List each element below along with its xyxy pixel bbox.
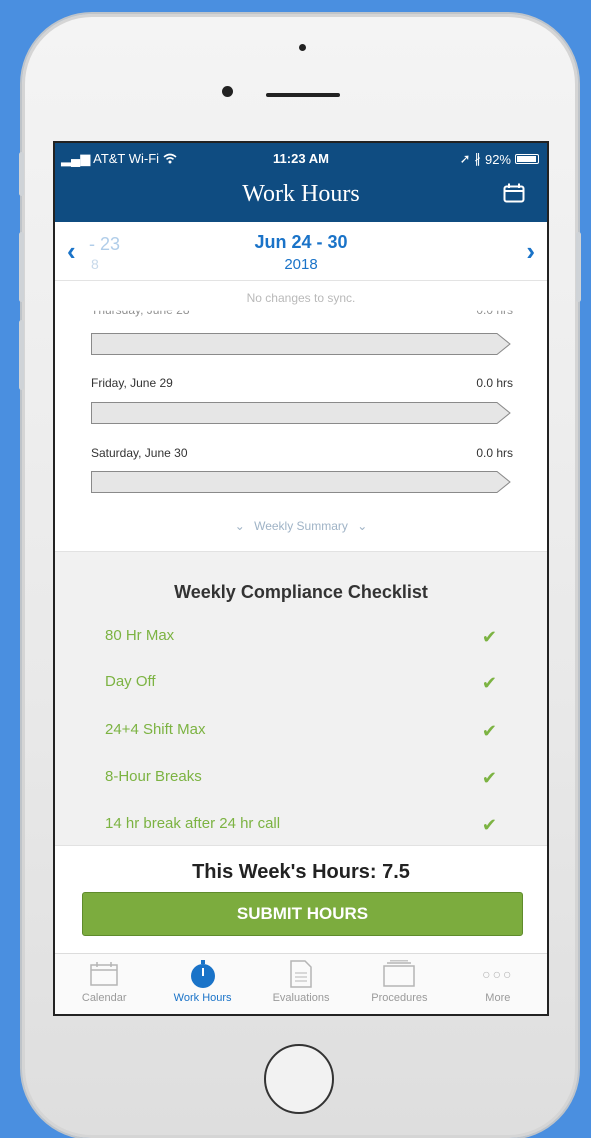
day-hours: 0.0 hrs xyxy=(476,376,513,390)
weekly-summary-toggle[interactable]: ⌄ Weekly Summary ⌄ xyxy=(55,519,547,533)
page-title: Work Hours xyxy=(242,181,360,207)
weekly-hours-total: This Week's Hours: 7.5 xyxy=(192,861,410,883)
day-hours: 0.0 hrs xyxy=(476,303,513,317)
tab-label: More xyxy=(485,992,511,1004)
checklist-item: 14 hr break after 24 hr call ✔ xyxy=(105,815,497,835)
next-week-chevron-icon[interactable]: › xyxy=(526,236,535,267)
tab-label: Work Hours xyxy=(173,992,232,1004)
volume-down-button xyxy=(19,320,24,390)
earpiece-speaker xyxy=(266,93,340,97)
document-icon xyxy=(252,959,350,989)
day-list: No changes to sync. Thursday, June 28 0.… xyxy=(55,281,547,551)
battery-percent: 92% xyxy=(484,151,511,167)
day-label: Friday, June 29 xyxy=(91,376,173,390)
checkmark-icon: ✔ xyxy=(481,815,497,835)
tab-label: Procedures xyxy=(371,992,428,1004)
tab-procedures[interactable]: Procedures xyxy=(350,954,448,1014)
home-button[interactable] xyxy=(264,1044,334,1114)
tab-label: Evaluations xyxy=(272,992,330,1004)
day-hours-bar[interactable] xyxy=(91,333,511,355)
tab-work-hours[interactable]: Work Hours xyxy=(153,954,251,1014)
front-camera xyxy=(222,86,233,97)
tray-icon xyxy=(350,959,448,989)
chevron-down-icon: ⌄ xyxy=(357,519,368,533)
calendar-button-icon[interactable] xyxy=(503,183,525,203)
checkmark-icon: ✔ xyxy=(481,627,497,647)
tab-evaluations[interactable]: Evaluations xyxy=(252,954,350,1014)
tab-label: Calendar xyxy=(81,992,127,1004)
location-arrow-icon: ➚ xyxy=(459,151,471,166)
volume-up-button xyxy=(19,232,24,302)
submit-hours-button[interactable]: SUBMIT HOURS xyxy=(82,892,523,936)
navigation-header: ▂▄▆ AT&T Wi-Fi 11:23 AM ➚ ∦ 92% Work Hou… xyxy=(55,143,547,222)
status-bar: ▂▄▆ AT&T Wi-Fi 11:23 AM ➚ ∦ 92% xyxy=(55,151,547,167)
sync-status: No changes to sync. xyxy=(246,291,356,305)
checklist-title: Weekly Compliance Checklist xyxy=(174,582,428,602)
bluetooth-icon: ∦ xyxy=(474,151,481,166)
day-label: Thursday, June 28 xyxy=(91,303,190,317)
chevron-down-icon: ⌄ xyxy=(234,519,245,533)
power-button xyxy=(576,232,581,302)
day-label: Saturday, June 30 xyxy=(91,446,188,460)
app-screen: ▂▄▆ AT&T Wi-Fi 11:23 AM ➚ ∦ 92% Work Hou… xyxy=(53,141,549,1016)
checklist-item: Day Off ✔ xyxy=(105,673,497,693)
day-hours-bar[interactable] xyxy=(91,471,511,493)
day-hours-bar[interactable] xyxy=(91,402,511,424)
silent-switch xyxy=(19,152,24,196)
current-week-label: Jun 24 - 30 xyxy=(254,232,348,252)
more-dots-icon: ○○○ xyxy=(482,966,514,982)
checklist-item: 80 Hr Max ✔ xyxy=(105,627,497,647)
checklist-item: 24+4 Shift Max ✔ xyxy=(105,721,497,741)
checkmark-icon: ✔ xyxy=(481,768,497,788)
calendar-icon xyxy=(55,959,153,989)
tab-more[interactable]: ○○○ More xyxy=(449,954,547,1014)
compliance-checklist: Weekly Compliance Checklist 80 Hr Max ✔ … xyxy=(55,551,547,846)
checkmark-icon: ✔ xyxy=(481,721,497,741)
current-week-year: 2018 xyxy=(284,256,318,273)
proximity-sensor xyxy=(299,44,306,51)
tab-bar: Calendar Work Hours Evaluations Procedur… xyxy=(55,953,547,1014)
checklist-item: 8-Hour Breaks ✔ xyxy=(105,768,497,788)
battery-icon xyxy=(515,154,539,164)
day-hours: 0.0 hrs xyxy=(476,446,513,460)
stopwatch-icon xyxy=(153,959,251,989)
status-right: ➚ ∦ 92% xyxy=(460,151,539,167)
week-selector: ‹ - 23 8 Jun 24 - 30 2018 › xyxy=(55,222,547,281)
tab-calendar[interactable]: Calendar xyxy=(55,954,153,1014)
checkmark-icon: ✔ xyxy=(481,673,497,693)
